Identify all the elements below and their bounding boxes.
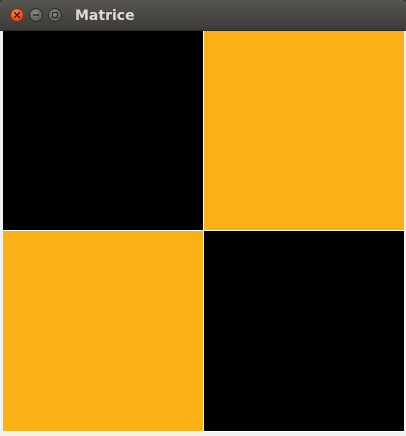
matrix-grid: [3, 31, 404, 432]
matrix-cell-0-1[interactable]: [204, 31, 404, 230]
matrix-cell-1-1[interactable]: [204, 231, 404, 431]
maximize-icon: [51, 11, 59, 19]
minimize-button[interactable]: [29, 8, 43, 22]
maximize-button[interactable]: [48, 8, 62, 22]
window-content: [0, 31, 406, 436]
matrix-cell-1-0[interactable]: [3, 231, 203, 431]
title-bar[interactable]: Matrice: [0, 0, 406, 31]
matrix-cell-0-0[interactable]: [3, 31, 203, 230]
window-title: Matrice: [75, 8, 135, 24]
close-icon: [13, 11, 21, 19]
application-window: Matrice: [0, 0, 406, 436]
close-button[interactable]: [10, 8, 24, 22]
minimize-icon: [32, 14, 40, 16]
